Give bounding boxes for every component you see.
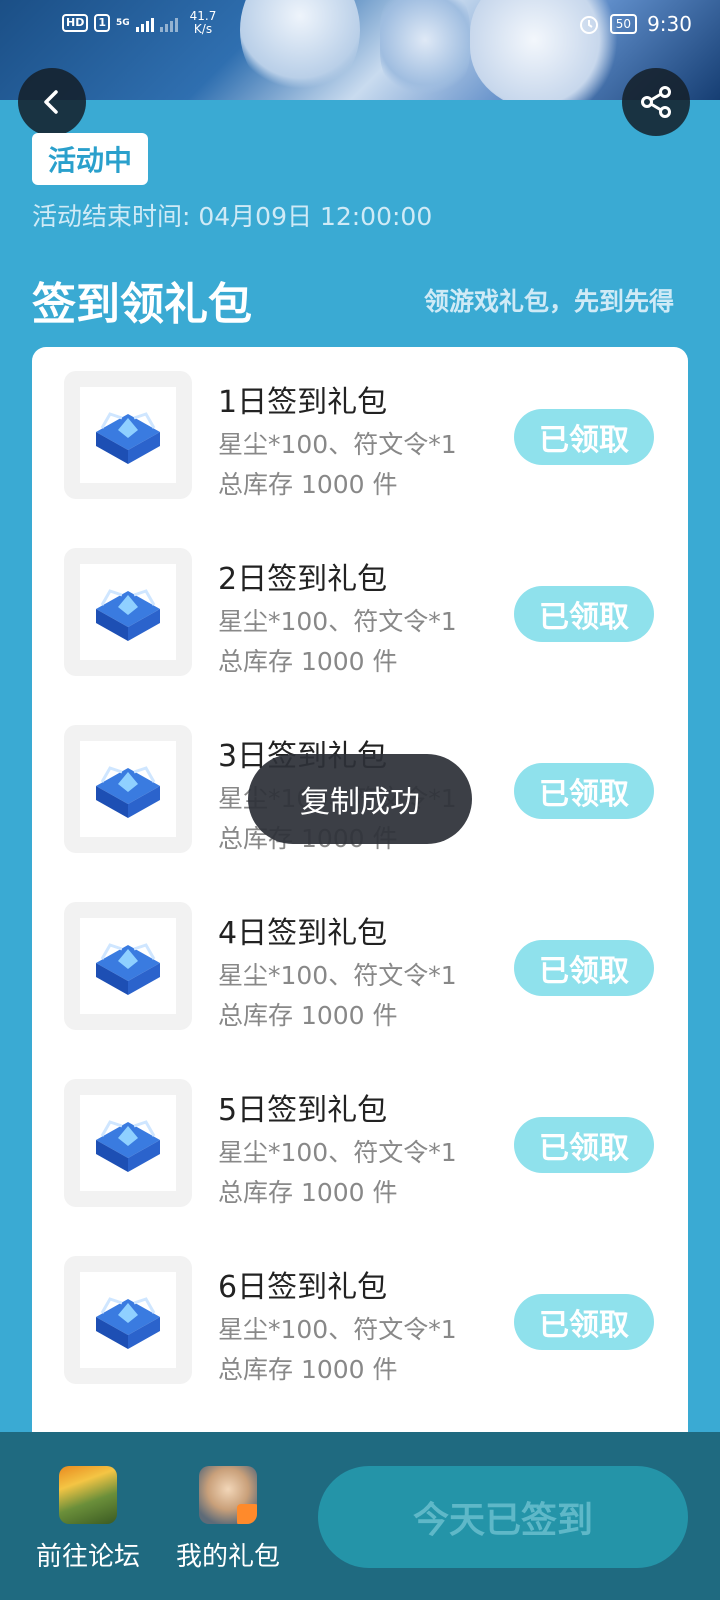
gift-thumbnail <box>64 371 192 499</box>
gift-stock: 总库存 1000 件 <box>218 470 398 499</box>
gift-stock: 总库存 1000 件 <box>218 1355 398 1384</box>
signed-today-button[interactable]: 今天已签到 <box>318 1466 688 1568</box>
treasure-chest-icon <box>80 1095 176 1191</box>
gift-stock: 总库存 1000 件 <box>218 1001 398 1030</box>
gift-name: 5日签到礼包 <box>218 1093 388 1128</box>
sim-badge: 1 <box>94 14 110 32</box>
status-left: HD 1 5G 41.7 K/s <box>62 10 216 36</box>
gift-stock: 总库存 1000 件 <box>218 1178 398 1207</box>
activity-end-time: 活动结束时间: 04月09日 12:00:00 <box>32 202 433 231</box>
claimed-button[interactable]: 已领取 <box>514 940 654 996</box>
gift-list-item: 4日签到礼包 星尘*100、符文令*1 总库存 1000 件 已领取 <box>32 878 688 1030</box>
alarm-icon <box>579 16 598 34</box>
gift-description: 星尘*100、符文令*1 <box>218 607 457 636</box>
toast: 复制成功 <box>248 754 472 844</box>
forum-game-icon <box>59 1466 117 1524</box>
forum-button[interactable]: 前往论坛 <box>28 1466 148 1573</box>
hd-badge: HD <box>62 14 89 32</box>
gift-list-item: 6日签到礼包 星尘*100、符文令*1 总库存 1000 件 已领取 <box>32 1232 688 1384</box>
treasure-chest-icon <box>80 1272 176 1368</box>
gift-name: 2日签到礼包 <box>218 562 388 597</box>
gift-name: 4日签到礼包 <box>218 916 388 951</box>
gift-name: 6日签到礼包 <box>218 1270 388 1305</box>
share-button[interactable] <box>622 68 690 136</box>
network-speed-unit: K/s <box>193 22 213 36</box>
chevron-left-icon <box>44 90 58 114</box>
section-subtitle: 领游戏礼包，先到先得 <box>423 287 674 316</box>
network-speed: 41.7 K/s <box>190 10 217 36</box>
gift-thumbnail <box>64 725 192 853</box>
gift-list-item: 5日签到礼包 星尘*100、符文令*1 总库存 1000 件 已领取 <box>32 1055 688 1207</box>
my-gift-button[interactable]: 我的礼包 <box>168 1466 288 1573</box>
gift-list-item: 2日签到礼包 星尘*100、符文令*1 总库存 1000 件 已领取 <box>32 524 688 676</box>
status-right: 50 9:30 <box>578 12 692 36</box>
clock: 9:30 <box>647 12 692 36</box>
gift-stock: 总库存 1000 件 <box>218 647 398 676</box>
avatar-icon <box>199 1466 257 1524</box>
gift-box-icon <box>237 1504 257 1524</box>
status-bar: HD 1 5G 41.7 K/s 50 9:30 <box>0 0 720 50</box>
gift-description: 星尘*100、符文令*1 <box>218 1138 457 1167</box>
share-icon <box>641 86 671 118</box>
my-gift-label: 我的礼包 <box>175 1542 280 1572</box>
forum-label: 前往论坛 <box>35 1542 140 1572</box>
claimed-button[interactable]: 已领取 <box>514 586 654 642</box>
gift-thumbnail <box>64 1079 192 1207</box>
gift-description: 星尘*100、符文令*1 <box>218 961 457 990</box>
gift-description: 星尘*100、符文令*1 <box>218 1315 457 1344</box>
gift-thumbnail <box>64 902 192 1030</box>
gift-list-card: 1日签到礼包 星尘*100、符文令*1 总库存 1000 件 已领取 2日签到礼… <box>32 347 688 1447</box>
claimed-button[interactable]: 已领取 <box>514 763 654 819</box>
claimed-button[interactable]: 已领取 <box>514 1294 654 1350</box>
treasure-chest-icon <box>80 741 176 837</box>
signal-icon <box>135 14 154 32</box>
bottom-bar: 前往论坛 我的礼包 今天已签到 <box>0 1432 720 1600</box>
treasure-chest-icon <box>80 387 176 483</box>
gift-name: 1日签到礼包 <box>218 385 388 420</box>
gift-description: 星尘*100、符文令*1 <box>218 430 457 459</box>
gift-list-item: 1日签到礼包 星尘*100、符文令*1 总库存 1000 件 已领取 <box>32 347 688 499</box>
claimed-button[interactable]: 已领取 <box>514 1117 654 1173</box>
back-button[interactable] <box>18 68 86 136</box>
gift-thumbnail <box>64 548 192 676</box>
treasure-chest-icon <box>80 918 176 1014</box>
activity-status-tag: 活动中 <box>32 133 149 185</box>
claimed-button[interactable]: 已领取 <box>514 409 654 465</box>
network-speed-value: 41.7 <box>189 9 217 23</box>
network-label: 5G <box>116 18 130 28</box>
treasure-chest-icon <box>80 564 176 660</box>
section-title: 签到领礼包 <box>32 279 252 330</box>
page: HD 1 5G 41.7 K/s 50 9:30 活动中 活动结束时间: 04月… <box>0 0 720 1600</box>
gift-thumbnail <box>64 1256 192 1384</box>
battery-icon: 50 <box>609 14 638 34</box>
signal-2-icon <box>159 14 178 32</box>
